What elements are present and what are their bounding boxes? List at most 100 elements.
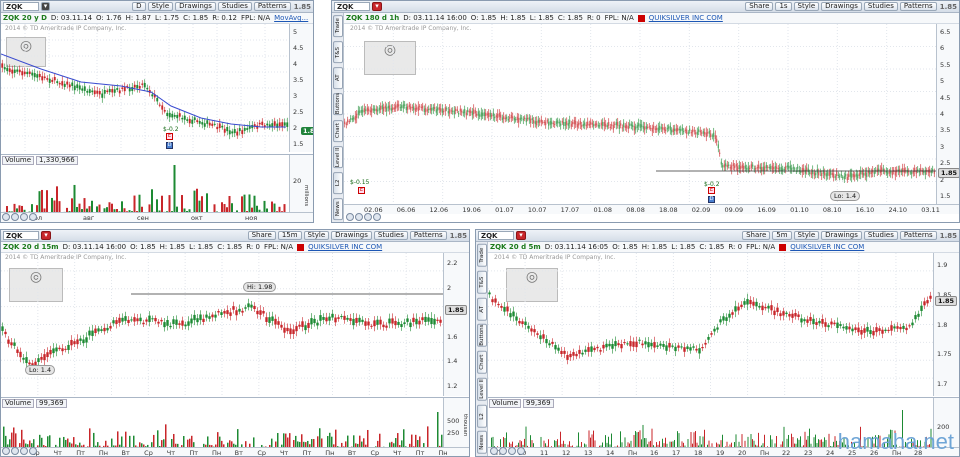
- aggregation-button[interactable]: 1s: [775, 2, 792, 11]
- candle: [695, 132, 697, 135]
- candle: [261, 121, 264, 125]
- time-tick: 13: [584, 449, 593, 457]
- patterns-button[interactable]: Patterns: [409, 231, 447, 240]
- side-tab-t-s[interactable]: T&S: [477, 270, 487, 294]
- link-icon[interactable]: ▾: [41, 231, 51, 240]
- company-link[interactable]: QUIKSILVER INC COM: [790, 243, 864, 251]
- patterns-button[interactable]: Patterns: [899, 231, 937, 240]
- side-tab-level-ii[interactable]: Level II: [477, 377, 487, 401]
- earnings-icon[interactable]: E: [708, 187, 715, 194]
- candle: [375, 108, 377, 112]
- dividend-icon[interactable]: D: [708, 196, 715, 203]
- volume-bar: [741, 434, 743, 448]
- studies-button[interactable]: Studies: [373, 231, 408, 240]
- side-tab-chart[interactable]: Chart: [477, 351, 487, 374]
- aggregation-button[interactable]: D: [132, 2, 146, 11]
- company-link[interactable]: QUIKSILVER INC COM: [649, 14, 723, 22]
- candle: [674, 128, 676, 132]
- volume-value: 1,330,966: [36, 156, 78, 165]
- style-button[interactable]: Style: [793, 2, 820, 11]
- style-button[interactable]: Style: [303, 231, 330, 240]
- style-button[interactable]: Style: [793, 231, 820, 240]
- side-tab-t-s[interactable]: T&S: [333, 41, 343, 64]
- zoom-out-icon[interactable]: [11, 213, 19, 221]
- dividend-icon[interactable]: D: [166, 142, 173, 149]
- zoom-in-icon[interactable]: [346, 213, 354, 221]
- side-tab-buttons[interactable]: Buttons: [333, 93, 343, 116]
- side-tab-buttons[interactable]: Buttons: [477, 324, 487, 347]
- candle: [863, 173, 865, 176]
- candle: [632, 124, 634, 127]
- company-link[interactable]: QUIKSILVER INC COM: [308, 243, 382, 251]
- patterns-button[interactable]: Patterns: [253, 2, 291, 11]
- symbol-input[interactable]: ZQK: [3, 2, 39, 11]
- candle: [581, 125, 583, 127]
- scroll-left-icon[interactable]: [20, 213, 28, 221]
- candle: [316, 322, 319, 326]
- side-tab-at[interactable]: AT: [477, 297, 487, 321]
- scroll-right-icon[interactable]: [29, 447, 37, 455]
- drawings-button[interactable]: Drawings: [821, 231, 862, 240]
- zoom-out-icon[interactable]: [11, 447, 19, 455]
- studies-button[interactable]: Studies: [863, 231, 898, 240]
- symbol-input[interactable]: ZQK: [478, 231, 514, 240]
- candle: [431, 107, 433, 111]
- side-tab-trade[interactable]: Trade: [333, 15, 343, 38]
- candle: [557, 347, 560, 351]
- symbol-input[interactable]: ZQK: [334, 2, 370, 11]
- share-button[interactable]: Share: [742, 231, 771, 240]
- candle: [377, 109, 379, 112]
- earnings-icon[interactable]: E: [358, 187, 365, 194]
- aggregation-button[interactable]: 15m: [277, 231, 302, 240]
- zoom-controls: [489, 446, 525, 456]
- side-tab-chart[interactable]: Chart: [333, 119, 343, 142]
- scroll-right-icon[interactable]: [29, 213, 37, 221]
- share-button[interactable]: Share: [247, 231, 276, 240]
- volume-bar: [411, 434, 413, 448]
- side-tab-level-ii[interactable]: Level II: [333, 145, 343, 168]
- share-button[interactable]: Share: [745, 2, 774, 11]
- zoom-in-icon[interactable]: [2, 213, 10, 221]
- studies-button[interactable]: Studies: [217, 2, 252, 11]
- zoom-in-icon[interactable]: [490, 447, 498, 455]
- candle: [620, 123, 622, 126]
- price-chart: [1, 253, 443, 396]
- patterns-button[interactable]: Patterns: [899, 2, 937, 11]
- scroll-left-icon[interactable]: [20, 447, 28, 455]
- volume-unit: millions: [303, 185, 309, 207]
- scroll-left-icon[interactable]: [508, 447, 516, 455]
- study-link[interactable]: MovAvg...: [274, 14, 308, 22]
- drawings-button[interactable]: Drawings: [175, 2, 216, 11]
- style-button[interactable]: Style: [147, 2, 174, 11]
- candle: [223, 128, 226, 133]
- zoom-out-icon[interactable]: [355, 213, 363, 221]
- zoom-in-icon[interactable]: [2, 447, 10, 455]
- link-icon[interactable]: ▾: [372, 2, 382, 11]
- zoom-out-icon[interactable]: [499, 447, 507, 455]
- side-tab-news[interactable]: News: [477, 431, 487, 454]
- candle: [656, 127, 658, 130]
- studies-button[interactable]: Studies: [863, 2, 898, 11]
- company-flag-icon: [779, 243, 787, 251]
- scroll-right-icon[interactable]: [373, 213, 381, 221]
- candle: [429, 107, 431, 111]
- scroll-right-icon[interactable]: [517, 447, 525, 455]
- scroll-left-icon[interactable]: [364, 213, 372, 221]
- link-icon[interactable]: ▾: [41, 2, 50, 11]
- side-tab-at[interactable]: AT: [333, 67, 343, 90]
- candle: [470, 110, 472, 114]
- aggregation-button[interactable]: 5m: [772, 231, 792, 240]
- candle: [584, 122, 586, 126]
- side-tab-l2[interactable]: L2: [333, 171, 343, 194]
- side-tab-news[interactable]: News: [333, 197, 343, 220]
- drawings-button[interactable]: Drawings: [331, 231, 372, 240]
- side-tab-l2[interactable]: L2: [477, 404, 487, 428]
- symbol-input[interactable]: ZQK: [3, 231, 39, 240]
- candle: [752, 301, 755, 306]
- volume-bar: [196, 188, 198, 213]
- link-icon[interactable]: ▾: [516, 231, 526, 240]
- side-tab-trade[interactable]: Trade: [477, 244, 487, 267]
- drawings-button[interactable]: Drawings: [821, 2, 862, 11]
- earnings-icon[interactable]: E: [166, 133, 173, 140]
- low-value: L: 1.85: [529, 14, 554, 22]
